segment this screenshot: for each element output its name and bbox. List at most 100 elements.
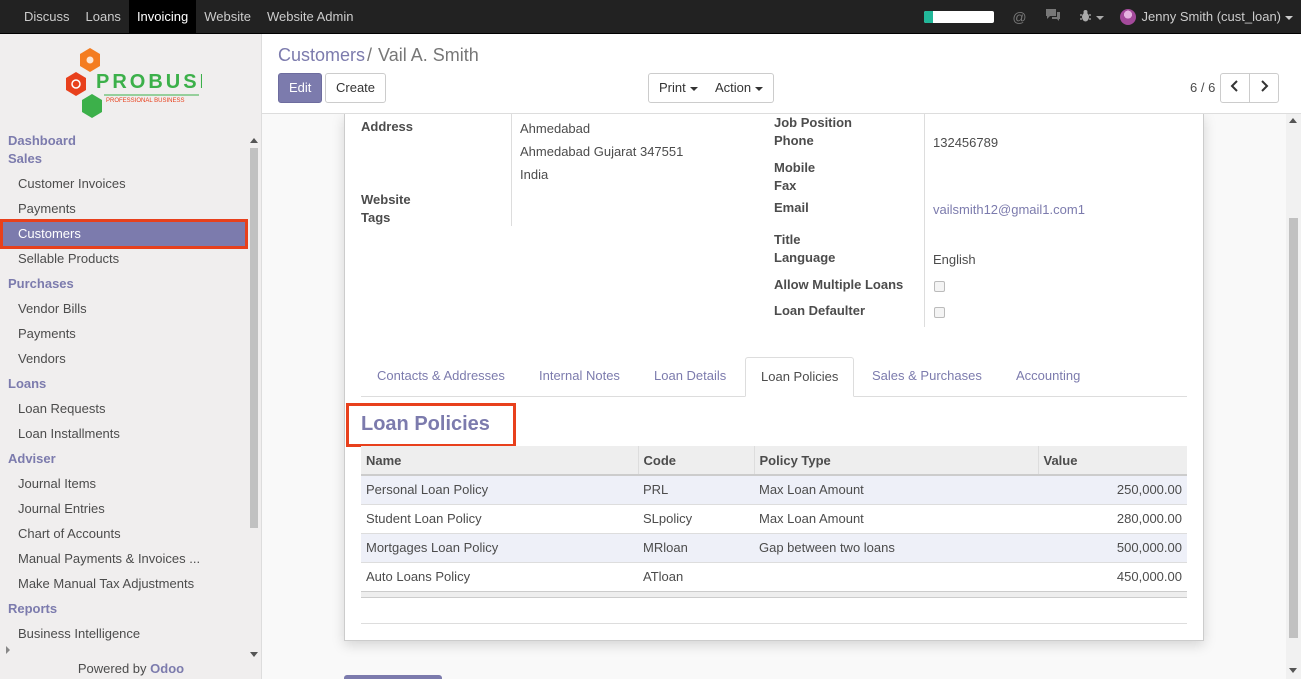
chevron-down-icon [1285,15,1293,20]
cell-name: Personal Loan Policy [361,474,638,504]
form-view: Address Ahmedabad Ahmedabad Gujarat 3475… [262,114,1301,679]
phone-value: 132456789 [933,135,999,150]
user-avatar[interactable] [1119,8,1136,25]
app-menu: Discuss Loans Invoicing Website Website … [16,0,361,33]
menu-website-admin[interactable]: Website Admin [259,0,361,33]
scroll-down-icon[interactable] [1289,668,1297,673]
sidebar: PROBUSE PROFESSIONAL BUSINESS Dashboard … [0,34,262,679]
loan-policies-highlight-box [346,403,516,447]
cell-name: Student Loan Policy [361,503,638,533]
sidebar-header-adviser: Adviser [8,451,56,466]
pager-next-button[interactable] [1249,73,1279,103]
chevron-right-icon [1261,80,1269,92]
fax-label: Fax [774,178,797,193]
cell-name: Mortgages Loan Policy [361,532,638,562]
sidebar-dashboard[interactable]: Dashboard [0,132,248,150]
breadcrumb-separator: / [367,45,373,65]
column-header-code[interactable]: Code [637,446,754,476]
table-row[interactable]: Mortgages Loan Policy MRloan Gap between… [361,532,1187,562]
breadcrumb-customers[interactable]: Customers [278,45,365,65]
edit-button[interactable]: Edit [278,73,323,103]
sidebar-header-loans: Loans [8,376,47,391]
sidebar-item-business-intelligence[interactable]: Business Intelligence [0,621,248,646]
pager-previous-button[interactable] [1220,73,1250,103]
divider [924,114,925,327]
loan-defaulter-checkbox[interactable] [934,307,945,318]
menu-invoicing[interactable]: Invoicing [128,0,197,33]
sidebar-item-journal-entries[interactable]: Journal Entries [0,496,248,521]
expand-arrow-icon[interactable] [6,646,10,654]
scroll-up-icon[interactable] [1289,118,1297,123]
content-scrollbar[interactable] [1286,114,1301,679]
cell-policy-type: Max Loan Amount [754,474,1038,504]
address-state-zip: Ahmedabad Gujarat 347551 [520,144,684,159]
table-footer [361,591,1187,598]
language-value: English [933,252,976,267]
sidebar-item-loan-installments[interactable]: Loan Installments [0,421,248,446]
menu-loans[interactable]: Loans [78,0,129,33]
at-mention-icon[interactable]: @ [1012,9,1026,25]
sidebar-item-manual-tax[interactable]: Make Manual Tax Adjustments [0,571,248,596]
print-dropdown[interactable]: Print [648,73,709,103]
cell-value: 450,000.00 [1038,561,1187,591]
cell-policy-type: Gap between two loans [754,532,1038,562]
address-city: Ahmedabad [520,121,591,136]
svg-text:PROFESSIONAL BUSINESS: PROFESSIONAL BUSINESS [106,98,184,104]
table-row[interactable]: Personal Loan Policy PRL Max Loan Amount… [361,474,1187,504]
odoo-link[interactable]: Odoo [150,661,184,676]
sidebar-item-customer-invoices[interactable]: Customer Invoices [0,171,248,196]
sidebar-scroll-thumb[interactable] [250,148,258,528]
table-row[interactable]: Auto Loans Policy ATloan 450,000.00 [361,561,1187,591]
content-scroll-thumb[interactable] [1289,218,1298,638]
user-name: Jenny Smith (cust_loan) [1141,9,1281,24]
action-label: Action [715,80,752,95]
menu-website[interactable]: Website [196,0,259,33]
pager-value[interactable]: 6 / 6 [1190,80,1215,95]
sidebar-item-vendors[interactable]: Vendors [0,346,248,371]
sidebar-item-chart-of-accounts[interactable]: Chart of Accounts [0,521,248,546]
sidebar-nav: Dashboard Sales Customer Invoices Paymen… [0,132,248,646]
cell-code: MRloan [638,532,754,562]
create-button[interactable]: Create [325,73,387,103]
sidebar-item-sellable-products[interactable]: Sellable Products [0,246,248,271]
tab-accounting[interactable]: Accounting [1016,357,1080,397]
tab-internal-notes[interactable]: Internal Notes [539,357,620,397]
tab-contacts-addresses[interactable]: Contacts & Addresses [377,357,505,397]
email-label: Email [774,200,809,215]
debug-bug-icon[interactable] [1079,9,1104,25]
chatter-button[interactable] [344,675,442,679]
title-label: Title [774,232,801,247]
column-header-name[interactable]: Name [361,446,638,476]
sidebar-item-loan-requests[interactable]: Loan Requests [0,396,248,421]
website-label: Website [361,192,411,207]
column-header-value[interactable]: Value [1037,446,1187,476]
scroll-up-icon[interactable] [250,138,258,143]
svg-text:PROBUSE: PROBUSE [96,71,202,93]
sidebar-item-manual-payments[interactable]: Manual Payments & Invoices ... [0,546,248,571]
progress-bar [924,10,995,23]
sidebar-item-payments[interactable]: Payments [0,196,248,221]
divider [361,623,1187,624]
column-header-policy-type[interactable]: Policy Type [753,446,1038,476]
user-menu[interactable]: Jenny Smith (cust_loan) [1142,9,1293,24]
sidebar-item-journal-items[interactable]: Journal Items [0,471,248,496]
progress-fill [924,10,933,23]
sidebar-header-sales: Sales [8,151,42,166]
tab-loan-details[interactable]: Loan Details [654,357,726,397]
sidebar-item-purchase-payments[interactable]: Payments [0,321,248,346]
tab-sales-purchases[interactable]: Sales & Purchases [872,357,982,397]
chat-icon[interactable] [1045,8,1061,25]
sidebar-scrollbar[interactable] [248,134,260,664]
tab-loan-policies[interactable]: Loan Policies [745,357,855,397]
allow-multiple-loans-checkbox[interactable] [934,281,945,292]
scroll-down-icon[interactable] [250,652,258,657]
action-dropdown[interactable]: Action [705,73,775,103]
print-label: Print [659,80,686,95]
powered-by-label: Powered by [77,661,147,676]
menu-discuss[interactable]: Discuss [16,0,78,33]
control-panel: Customers / Vail A. Smith Edit Create Prin… [262,34,1301,114]
cell-code: SLpolicy [638,503,754,533]
email-link[interactable]: vailsmith12@gmail1.com1 [933,202,1085,217]
table-row[interactable]: Student Loan Policy SLpolicy Max Loan Am… [361,503,1187,533]
sidebar-item-vendor-bills[interactable]: Vendor Bills [0,296,248,321]
